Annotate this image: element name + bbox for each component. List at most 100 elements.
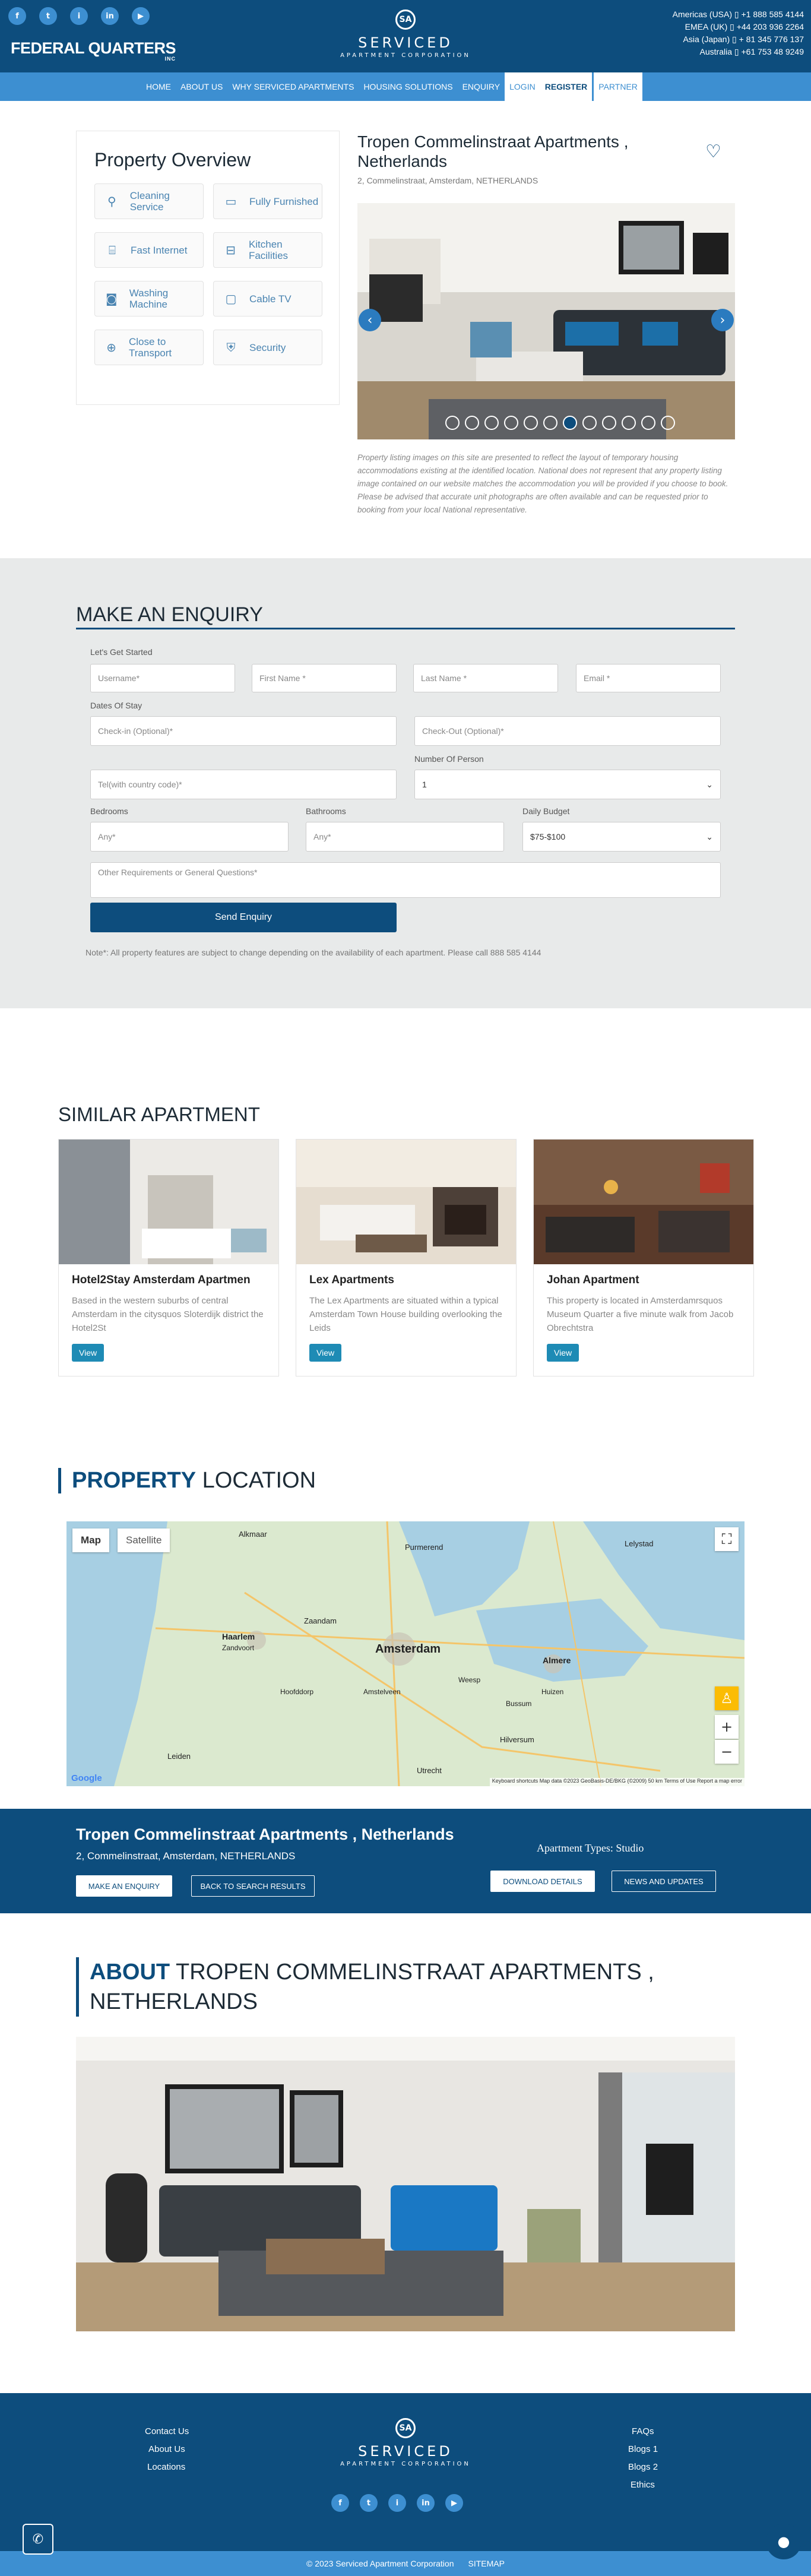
map-tab[interactable]: Map [72,1528,109,1552]
gallery-dot[interactable] [524,416,538,430]
download-details-button[interactable]: DOWNLOAD DETAILS [490,1871,595,1892]
phone-emea[interactable]: EMEA (UK) ▯ +44 203 936 2264 [673,21,804,33]
site-footer: Contact Us About Us Locations FAQs Blogs… [0,2393,811,2576]
nav-about-us[interactable]: ABOUT US [176,72,227,101]
property-map[interactable]: Amsterdam Haarlem Zandvoort Almere Lelys… [66,1521,745,1786]
instagram-icon[interactable]: i [388,2494,406,2512]
gallery-dot[interactable] [504,416,518,430]
twitter-icon[interactable]: t [360,2494,378,2512]
persons-select[interactable]: 1 ⌄ [414,770,721,799]
zoom-in-icon[interactable]: + [715,1715,739,1739]
phone-call-icon[interactable]: ✆ [23,2524,53,2555]
enquiry-title: MAKE AN ENQUIRY [76,603,735,629]
gallery-dot[interactable] [641,416,655,430]
checkin-input[interactable]: Check-in (Optional)* [90,716,397,746]
bathrooms-label: Bathrooms [306,806,346,816]
gallery-dot[interactable] [543,416,557,430]
similar-card[interactable]: Lex Apartments The Lex Apartments are si… [296,1139,517,1376]
zoom-out-icon[interactable]: − [715,1740,739,1764]
property-title: Tropen Commelinstraat Apartments , Nethe… [357,132,629,170]
fullscreen-icon[interactable]: ⛶ [715,1527,739,1551]
gallery-dot[interactable] [602,416,616,430]
copyright-bar: © 2023 Serviced Apartment Corporation SI… [0,2551,811,2576]
back-to-search-button[interactable]: BACK TO SEARCH RESULTS [191,1875,315,1897]
checkout-input[interactable]: Check-Out (Optional)* [414,716,721,746]
gallery-next-icon[interactable]: › [711,309,734,331]
placeholder: Tel(with country code)* [98,780,182,789]
tel-input[interactable]: Tel(with country code)* [90,770,397,799]
feature-label: Fast Internet [131,244,188,256]
gallery-photo [357,203,735,439]
chat-bubble-icon[interactable]: ● [766,2524,802,2559]
youtube-icon[interactable]: ▶ [445,2494,463,2512]
view-button[interactable]: View [72,1344,104,1362]
gallery-dot-active[interactable] [563,416,577,430]
location-title: PROPERTY LOCATION [58,1468,316,1493]
view-button[interactable]: View [547,1344,579,1362]
gallery-dots [445,416,675,430]
pegman-icon[interactable]: ♙ [715,1686,739,1710]
view-button[interactable]: View [309,1344,342,1362]
placeholder: Email * [584,673,610,683]
send-enquiry-button[interactable]: Send Enquiry [90,903,397,932]
bathrooms-input[interactable]: Any* [306,822,504,852]
facebook-icon[interactable]: f [331,2494,349,2512]
chevron-down-icon: ⌄ [706,831,713,841]
nav-housing-solutions[interactable]: HOUSING SOLUTIONS [359,72,457,101]
phone-asia[interactable]: Asia (Japan) ▯ + 81 345 776 137 [673,33,804,46]
nav-enquiry[interactable]: ENQUIRY [458,72,505,101]
footer-ethics[interactable]: Ethics [631,2480,655,2490]
about-photo [76,2037,735,2331]
gallery-dot[interactable] [484,416,499,430]
make-enquiry-button[interactable]: MAKE AN ENQUIRY [76,1875,172,1897]
nav-home[interactable]: HOME [141,72,176,101]
nav-register[interactable]: REGISTER [540,72,593,101]
about-title-b: TROPEN COMMELINSTRAAT APARTMENTS , NETHE… [90,1960,654,2014]
similar-card[interactable]: Johan Apartment This property is located… [533,1139,754,1376]
nav-why-serviced[interactable]: WHY SERVICED APARTMENTS [227,72,359,101]
username-input[interactable]: Username* [90,664,235,692]
phone-americas[interactable]: Americas (USA) ▯ +1 888 585 4144 [673,8,804,21]
feature-internet: ⌸ Fast Internet [94,232,204,268]
placeholder: Username* [98,673,140,683]
linkedin-icon[interactable]: in [417,2494,435,2512]
map-label: Amstelveen [363,1688,401,1696]
first-name-input[interactable]: First Name * [252,664,397,692]
feature-label: Cable TV [249,293,292,305]
gallery-dot[interactable] [582,416,597,430]
news-updates-button[interactable]: NEWS AND UPDATES [612,1871,716,1892]
favorite-heart-icon[interactable]: ♡ [705,141,724,162]
card-text: The Lex Apartments are situated within a… [309,1296,502,1333]
card-title: Lex Apartments [309,1274,394,1286]
site-header: f t i in ▶ FEDERAL QUARTERS INC SA SERVIC… [0,0,811,72]
nav-partner[interactable]: PARTNER [594,72,642,101]
gallery-prev-icon[interactable]: ‹ [359,309,381,331]
tv-icon: ▢ [225,292,237,306]
phone-list: Americas (USA) ▯ +1 888 585 4144 EMEA (U… [673,8,804,58]
gallery-dot[interactable] [622,416,636,430]
last-name-input[interactable]: Last Name * [413,664,558,692]
footer-brand-logo: SA SERVICED APARTMENT CORPORATION [0,2418,811,2467]
card-title: Hotel2Stay Amsterdam Apartmen [72,1274,251,1286]
budget-select[interactable]: $75-$100 ⌄ [522,822,721,852]
budget-value: $75-$100 [530,832,566,841]
gallery-dot[interactable] [465,416,479,430]
bedrooms-input[interactable]: Any* [90,822,289,852]
gallery-dot[interactable] [445,416,460,430]
placeholder: First Name * [259,673,306,683]
budget-label: Daily Budget [522,806,570,816]
email-input[interactable]: Email * [576,664,721,692]
map-label: Zaandam [304,1616,337,1625]
feature-security: ⛨ Security [213,330,322,365]
feature-label: Cleaning Service [129,190,170,213]
transport-icon: ⊕ [106,340,116,355]
nav-login[interactable]: LOGIN [505,72,540,101]
phone-australia[interactable]: Australia ▯ +61 753 48 9249 [673,46,804,58]
sitemap-link[interactable]: SITEMAP [468,2559,504,2568]
similar-card[interactable]: Hotel2Stay Amsterdam Apartmen Based in t… [58,1139,279,1376]
satellite-tab[interactable]: Satellite [118,1528,170,1552]
gallery-dot[interactable] [661,416,675,430]
feature-label: Fully Furnished [249,195,319,207]
other-requirements-textarea[interactable]: Other Requirements or General Questions* [90,862,721,898]
card-photo [59,1140,278,1264]
